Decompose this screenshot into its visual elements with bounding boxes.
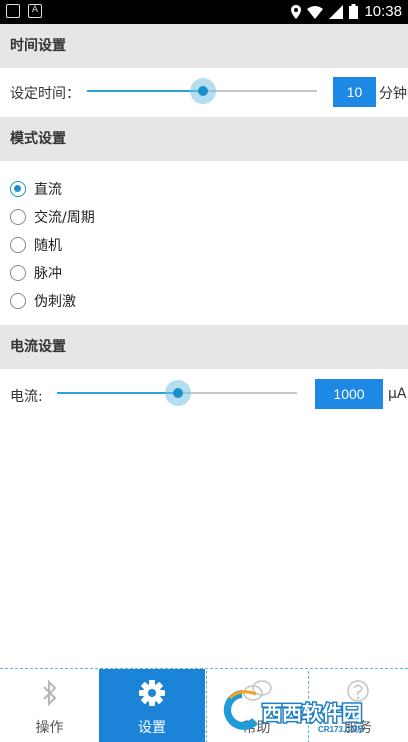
radio-label: 脉冲 — [34, 266, 62, 282]
nav-label: 设置 — [138, 720, 166, 736]
radio-label: 随机 — [34, 238, 62, 254]
notification-icon — [6, 4, 20, 18]
radio-button[interactable] — [10, 237, 26, 253]
current-label: 电流: — [10, 389, 43, 405]
current-unit-label: μA — [388, 386, 407, 402]
svg-text:CR173.COM: CR173.COM — [318, 725, 364, 734]
current-slider-fill — [57, 392, 178, 394]
radio-option-ac-periodic[interactable]: 交流/周期 — [10, 206, 95, 228]
current-slider-thumb-dot — [173, 388, 183, 398]
time-value-field[interactable]: 10 — [333, 77, 376, 107]
radio-option-pulse[interactable]: 脉冲 — [10, 262, 62, 284]
status-bar: A 10:38 — [0, 0, 408, 24]
current-value-field[interactable]: 1000 — [315, 379, 383, 409]
wifi-icon — [307, 5, 324, 19]
notification-a-icon: A — [28, 4, 42, 18]
signal-icon — [329, 4, 344, 19]
radio-button[interactable] — [10, 209, 26, 225]
radio-label: 直流 — [34, 182, 62, 198]
radio-label: 伪刺激 — [34, 294, 76, 310]
radio-button[interactable] — [10, 293, 26, 309]
time-slider-thumb[interactable] — [190, 78, 216, 104]
gear-icon — [139, 680, 165, 706]
current-slider-thumb[interactable] — [165, 380, 191, 406]
mode-settings-header: 模式设置 — [0, 117, 408, 161]
radio-button[interactable] — [10, 265, 26, 281]
location-icon — [291, 4, 302, 19]
radio-option-dc[interactable]: 直流 — [10, 178, 62, 200]
time-settings-header: 时间设置 — [0, 24, 408, 68]
radio-label: 交流/周期 — [34, 210, 95, 226]
set-time-label: 设定时间： — [10, 86, 80, 102]
radio-button[interactable] — [10, 181, 26, 197]
time-slider-fill — [87, 90, 203, 92]
nav-tab-operate[interactable]: 操作 — [0, 669, 99, 742]
radio-option-sham[interactable]: 伪刺激 — [10, 290, 76, 312]
time-slider-thumb-dot — [198, 86, 208, 96]
nav-label: 操作 — [35, 720, 64, 736]
app-screen: A 10:38 时间设置 设定时间： 10 分钟 模式设置 直流 交流/周期 随… — [0, 0, 408, 742]
svg-text:西西软件园: 西西软件园 — [262, 701, 362, 725]
time-unit-label: 分钟 — [379, 86, 407, 102]
current-settings-header: 电流设置 — [0, 325, 408, 369]
bluetooth-icon — [42, 679, 56, 707]
battery-icon — [349, 4, 359, 19]
radio-option-random[interactable]: 随机 — [10, 234, 62, 256]
watermark-logo: 西西软件园 CR173.COM — [223, 690, 364, 734]
status-time: 10:38 — [364, 3, 402, 20]
nav-tab-settings[interactable]: 设置 — [99, 669, 205, 742]
